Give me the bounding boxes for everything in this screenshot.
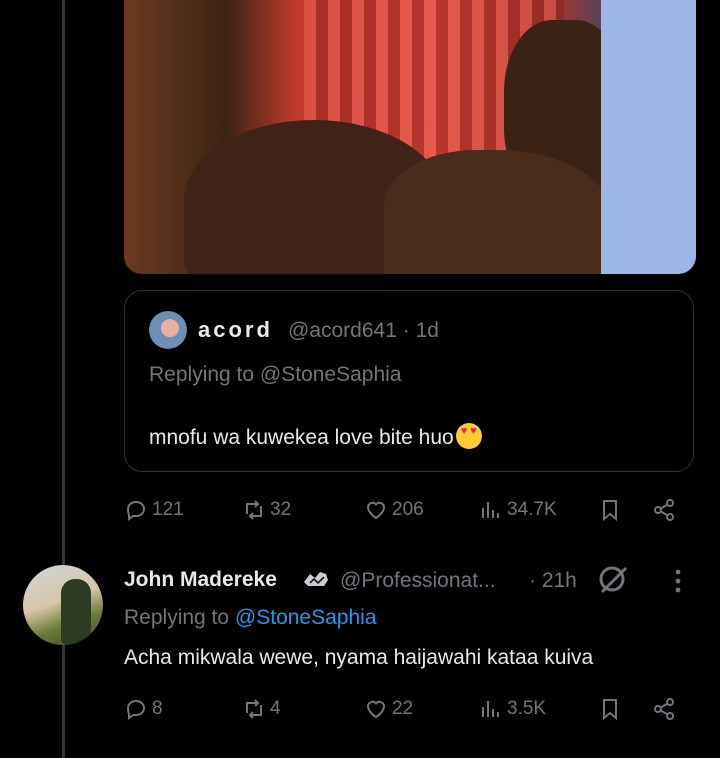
bookmark-icon (603, 500, 617, 522)
reply-replying-to: Replying to @StoneSaphia (124, 606, 377, 630)
views-count: 3.5K (507, 698, 547, 719)
reply-replying-prefix: Replying to (124, 606, 230, 629)
reply-count: 8 (152, 698, 163, 719)
quoted-replying-prefix: Replying to (149, 363, 255, 386)
image-background-blue (601, 0, 696, 274)
views-icon (482, 701, 499, 717)
bookmark-button[interactable] (598, 495, 622, 525)
quoted-avatar[interactable] (149, 311, 187, 349)
like-count: 22 (392, 698, 414, 719)
quoted-handle[interactable]: @acord641 (288, 319, 397, 342)
reply-icon (126, 699, 146, 720)
like-button[interactable]: 206 (364, 495, 424, 525)
like-button[interactable]: 22 (364, 694, 413, 724)
repost-icon (246, 500, 262, 520)
reply-count: 121 (152, 499, 184, 520)
quoted-post[interactable]: acord @acord641 · 1d Replying to @StoneS… (124, 290, 694, 472)
share-button[interactable] (652, 694, 676, 724)
repost-count: 4 (270, 698, 281, 719)
bookmark-button[interactable] (598, 694, 622, 724)
like-icon (366, 700, 386, 719)
repost-count: 32 (270, 499, 292, 520)
quoted-handle-age: @acord641 · 1d (288, 319, 439, 342)
share-icon (654, 698, 674, 720)
post-image[interactable] (124, 0, 696, 274)
like-count: 206 (392, 499, 424, 520)
views-count: 34.7K (507, 499, 557, 520)
repost-button[interactable]: 32 (242, 495, 291, 525)
reply-avatar[interactable] (23, 565, 103, 645)
quoted-replying-handle: @StoneSaphia (259, 363, 402, 386)
repost-button[interactable]: 4 (242, 694, 281, 724)
quoted-age: 1d (415, 319, 439, 342)
quoted-display-name[interactable]: acord (198, 317, 273, 343)
post2-action-bar: 8 4 22 3.5K (124, 694, 684, 724)
like-icon (366, 501, 386, 520)
reply-age: 21h (541, 569, 577, 592)
bookmark-icon (603, 699, 617, 721)
views-button[interactable]: 34.7K (479, 495, 557, 525)
reply-mention-link[interactable]: @StoneSaphia (235, 606, 377, 629)
post1-action-bar: 121 32 206 34.7K (124, 495, 684, 525)
quoted-text: mnofu wa kuwekea love bite huo (149, 423, 482, 450)
reply-age-wrap: · 21h (529, 569, 577, 592)
share-button[interactable] (652, 495, 676, 525)
reply-text: Acha mikwala wewe, nyama haijawahi kataa… (124, 646, 594, 669)
verified-badge-icon (304, 572, 328, 586)
reply-handle[interactable]: @Professionat... (340, 569, 496, 593)
reply-display-name[interactable]: John Madereke (124, 568, 277, 592)
reply-icon (126, 500, 146, 521)
views-icon (482, 502, 499, 518)
reply-button[interactable]: 8 (124, 694, 163, 724)
more-icon[interactable] (668, 566, 688, 596)
heart-eyes-emoji-icon (455, 423, 482, 449)
share-icon (654, 499, 674, 521)
views-button[interactable]: 3.5K (479, 694, 546, 724)
quoted-replying-to: Replying to @StoneSaphia (149, 363, 402, 387)
repost-icon (246, 699, 262, 719)
reply-button[interactable]: 121 (124, 495, 184, 525)
grok-icon[interactable] (596, 562, 630, 596)
avatar-figure (61, 579, 91, 645)
quoted-text-body: mnofu wa kuwekea love bite huo (149, 426, 454, 449)
